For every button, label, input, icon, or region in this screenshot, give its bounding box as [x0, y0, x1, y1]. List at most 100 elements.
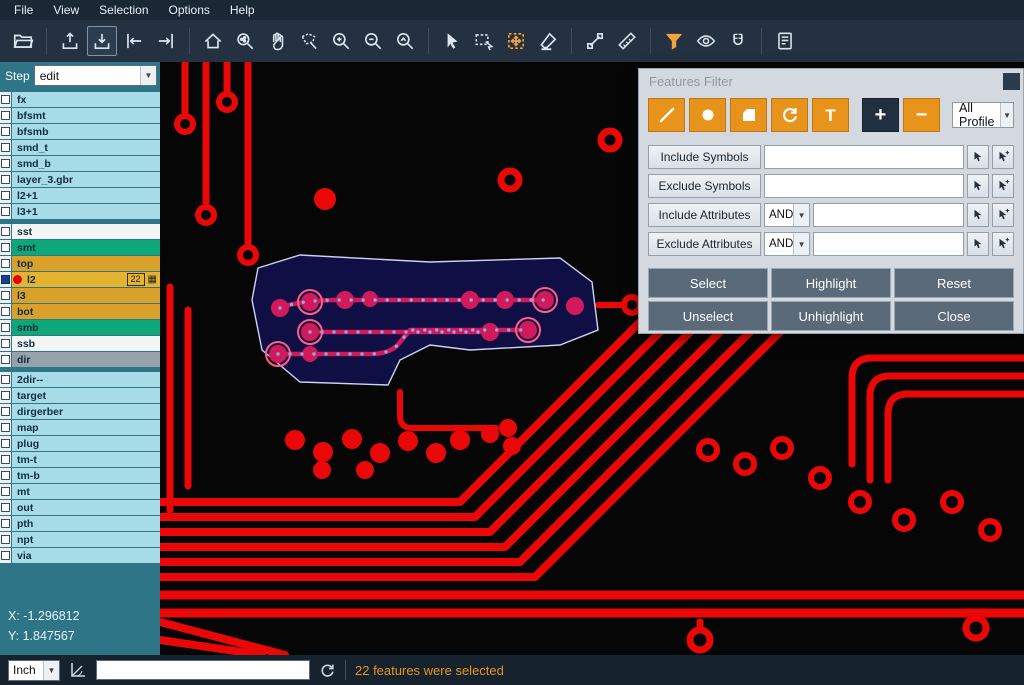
layer-row-l3+1[interactable]: l3+1: [0, 204, 160, 219]
command-input[interactable]: [96, 660, 310, 680]
layer-row-dirgerber[interactable]: dirgerber: [0, 404, 160, 419]
layer-color-bar[interactable]: smd_b: [12, 156, 160, 171]
layer-color-bar[interactable]: mt: [12, 484, 160, 499]
layer-checkbox[interactable]: [0, 532, 11, 547]
chevron-down-icon[interactable]: ▼: [140, 66, 156, 85]
pick-symbol-add-button[interactable]: [992, 145, 1014, 169]
exclude-symbols-input[interactable]: [764, 174, 964, 198]
layer-color-bar[interactable]: l3+1: [12, 204, 160, 219]
layer-row-target[interactable]: target: [0, 388, 160, 403]
layer-checkbox[interactable]: [0, 452, 11, 467]
layer-checkbox[interactable]: [0, 436, 11, 451]
dialog-titlebar[interactable]: Features Filter: [639, 69, 1023, 94]
layer-color-bar[interactable]: 2dir--: [12, 372, 160, 387]
layer-checkbox[interactable]: [0, 272, 11, 287]
layer-color-bar[interactable]: l2+1: [12, 188, 160, 203]
layer-row-plug[interactable]: plug: [0, 436, 160, 451]
pan-button[interactable]: [262, 26, 292, 56]
exclude-symbols-label[interactable]: Exclude Symbols: [648, 174, 761, 198]
unselect-button[interactable]: Unselect: [648, 301, 768, 331]
layer-row-bot[interactable]: bot: [0, 304, 160, 319]
layer-color-bar[interactable]: map: [12, 420, 160, 435]
filter-pad-button[interactable]: [689, 98, 726, 132]
measure-button[interactable]: [612, 26, 642, 56]
layer-row-pth[interactable]: pth: [0, 516, 160, 531]
layer-checkbox[interactable]: [0, 188, 11, 203]
layer-color-bar[interactable]: smb: [12, 320, 160, 335]
layer-row-out[interactable]: out: [0, 500, 160, 515]
layer-row-l2[interactable]: l222▦: [0, 272, 160, 287]
layer-checkbox[interactable]: [0, 548, 11, 563]
dialog-close-button[interactable]: [1003, 73, 1020, 90]
exclude-attributes-label[interactable]: Exclude Attributes: [648, 232, 761, 256]
filter-surface-button[interactable]: [730, 98, 767, 132]
menu-selection[interactable]: Selection: [89, 0, 158, 20]
layer-checkbox[interactable]: [0, 288, 11, 303]
layer-checkbox[interactable]: [0, 372, 11, 387]
layer-row-mt[interactable]: mt: [0, 484, 160, 499]
chevron-down-icon[interactable]: ▼: [793, 204, 809, 226]
layer-checkbox[interactable]: [0, 352, 11, 367]
layer-checkbox[interactable]: [0, 140, 11, 155]
layer-row-smb[interactable]: smb: [0, 320, 160, 335]
layer-checkbox[interactable]: [0, 204, 11, 219]
layer-color-bar[interactable]: via: [12, 548, 160, 563]
include-attributes-input[interactable]: [813, 203, 964, 227]
layer-row-sst[interactable]: sst: [0, 224, 160, 239]
layer-row-layer_3.gbr[interactable]: layer_3.gbr: [0, 172, 160, 187]
import-step-button[interactable]: [87, 26, 117, 56]
chevron-down-icon[interactable]: ▼: [1000, 103, 1013, 127]
zoom-view-all-button[interactable]: [230, 26, 260, 56]
angle-mode-icon[interactable]: [69, 661, 87, 679]
layer-row-smd_t[interactable]: smd_t: [0, 140, 160, 155]
layer-color-bar[interactable]: fx: [12, 92, 160, 107]
layer-checkbox[interactable]: [0, 516, 11, 531]
close-button[interactable]: Close: [894, 301, 1014, 331]
layer-row-tm-t[interactable]: tm-t: [0, 452, 160, 467]
menu-view[interactable]: View: [43, 0, 89, 20]
layer-checkbox[interactable]: [0, 124, 11, 139]
layer-color-bar[interactable]: pth: [12, 516, 160, 531]
view-options-button[interactable]: [691, 26, 721, 56]
step-out-button[interactable]: [151, 26, 181, 56]
layer-color-bar[interactable]: tm-t: [12, 452, 160, 467]
step-in-button[interactable]: [119, 26, 149, 56]
zoom-out-button[interactable]: [358, 26, 388, 56]
include-attributes-label[interactable]: Include Attributes: [648, 203, 761, 227]
layer-row-smt[interactable]: smt: [0, 240, 160, 255]
zoom-previous-button[interactable]: [390, 26, 420, 56]
layer-checkbox[interactable]: [0, 224, 11, 239]
layer-color-bar[interactable]: dirgerber: [12, 404, 160, 419]
layer-checkbox[interactable]: [0, 468, 11, 483]
layer-checkbox[interactable]: [0, 304, 11, 319]
include-attributes-operator-dropdown[interactable]: AND ▼: [764, 203, 810, 227]
layer-row-smd_b[interactable]: smd_b: [0, 156, 160, 171]
layer-color-bar[interactable]: l3: [12, 288, 160, 303]
layer-color-bar[interactable]: smt: [12, 240, 160, 255]
menu-options[interactable]: Options: [159, 0, 220, 20]
chevron-down-icon[interactable]: ▼: [43, 661, 59, 680]
layer-row-npt[interactable]: npt: [0, 532, 160, 547]
report-button[interactable]: [770, 26, 800, 56]
layer-row-l2+1[interactable]: l2+1: [0, 188, 160, 203]
refresh-icon[interactable]: [319, 662, 336, 679]
layer-color-bar[interactable]: bfsmb: [12, 124, 160, 139]
polygon-zoom-button[interactable]: [294, 26, 324, 56]
layer-row-2dir--[interactable]: 2dir--: [0, 372, 160, 387]
layer-checkbox[interactable]: [0, 108, 11, 123]
export-step-button[interactable]: [55, 26, 85, 56]
layer-grid-icon[interactable]: ▦: [148, 275, 157, 285]
layer-color-bar[interactable]: bot: [12, 304, 160, 319]
layer-color-bar[interactable]: bfsmt: [12, 108, 160, 123]
layer-color-bar[interactable]: npt: [12, 532, 160, 547]
highlight-button[interactable]: Highlight: [771, 268, 891, 298]
layer-row-map[interactable]: map: [0, 420, 160, 435]
selection-pointer-button[interactable]: [437, 26, 467, 56]
layer-color-bar[interactable]: target: [12, 388, 160, 403]
pick-attribute-button[interactable]: [967, 203, 989, 227]
include-symbols-input[interactable]: [764, 145, 964, 169]
layer-checkbox[interactable]: [0, 172, 11, 187]
line-select-button[interactable]: [580, 26, 610, 56]
pick-attribute-add-button[interactable]: [992, 232, 1014, 256]
chevron-down-icon[interactable]: ▼: [793, 233, 809, 255]
